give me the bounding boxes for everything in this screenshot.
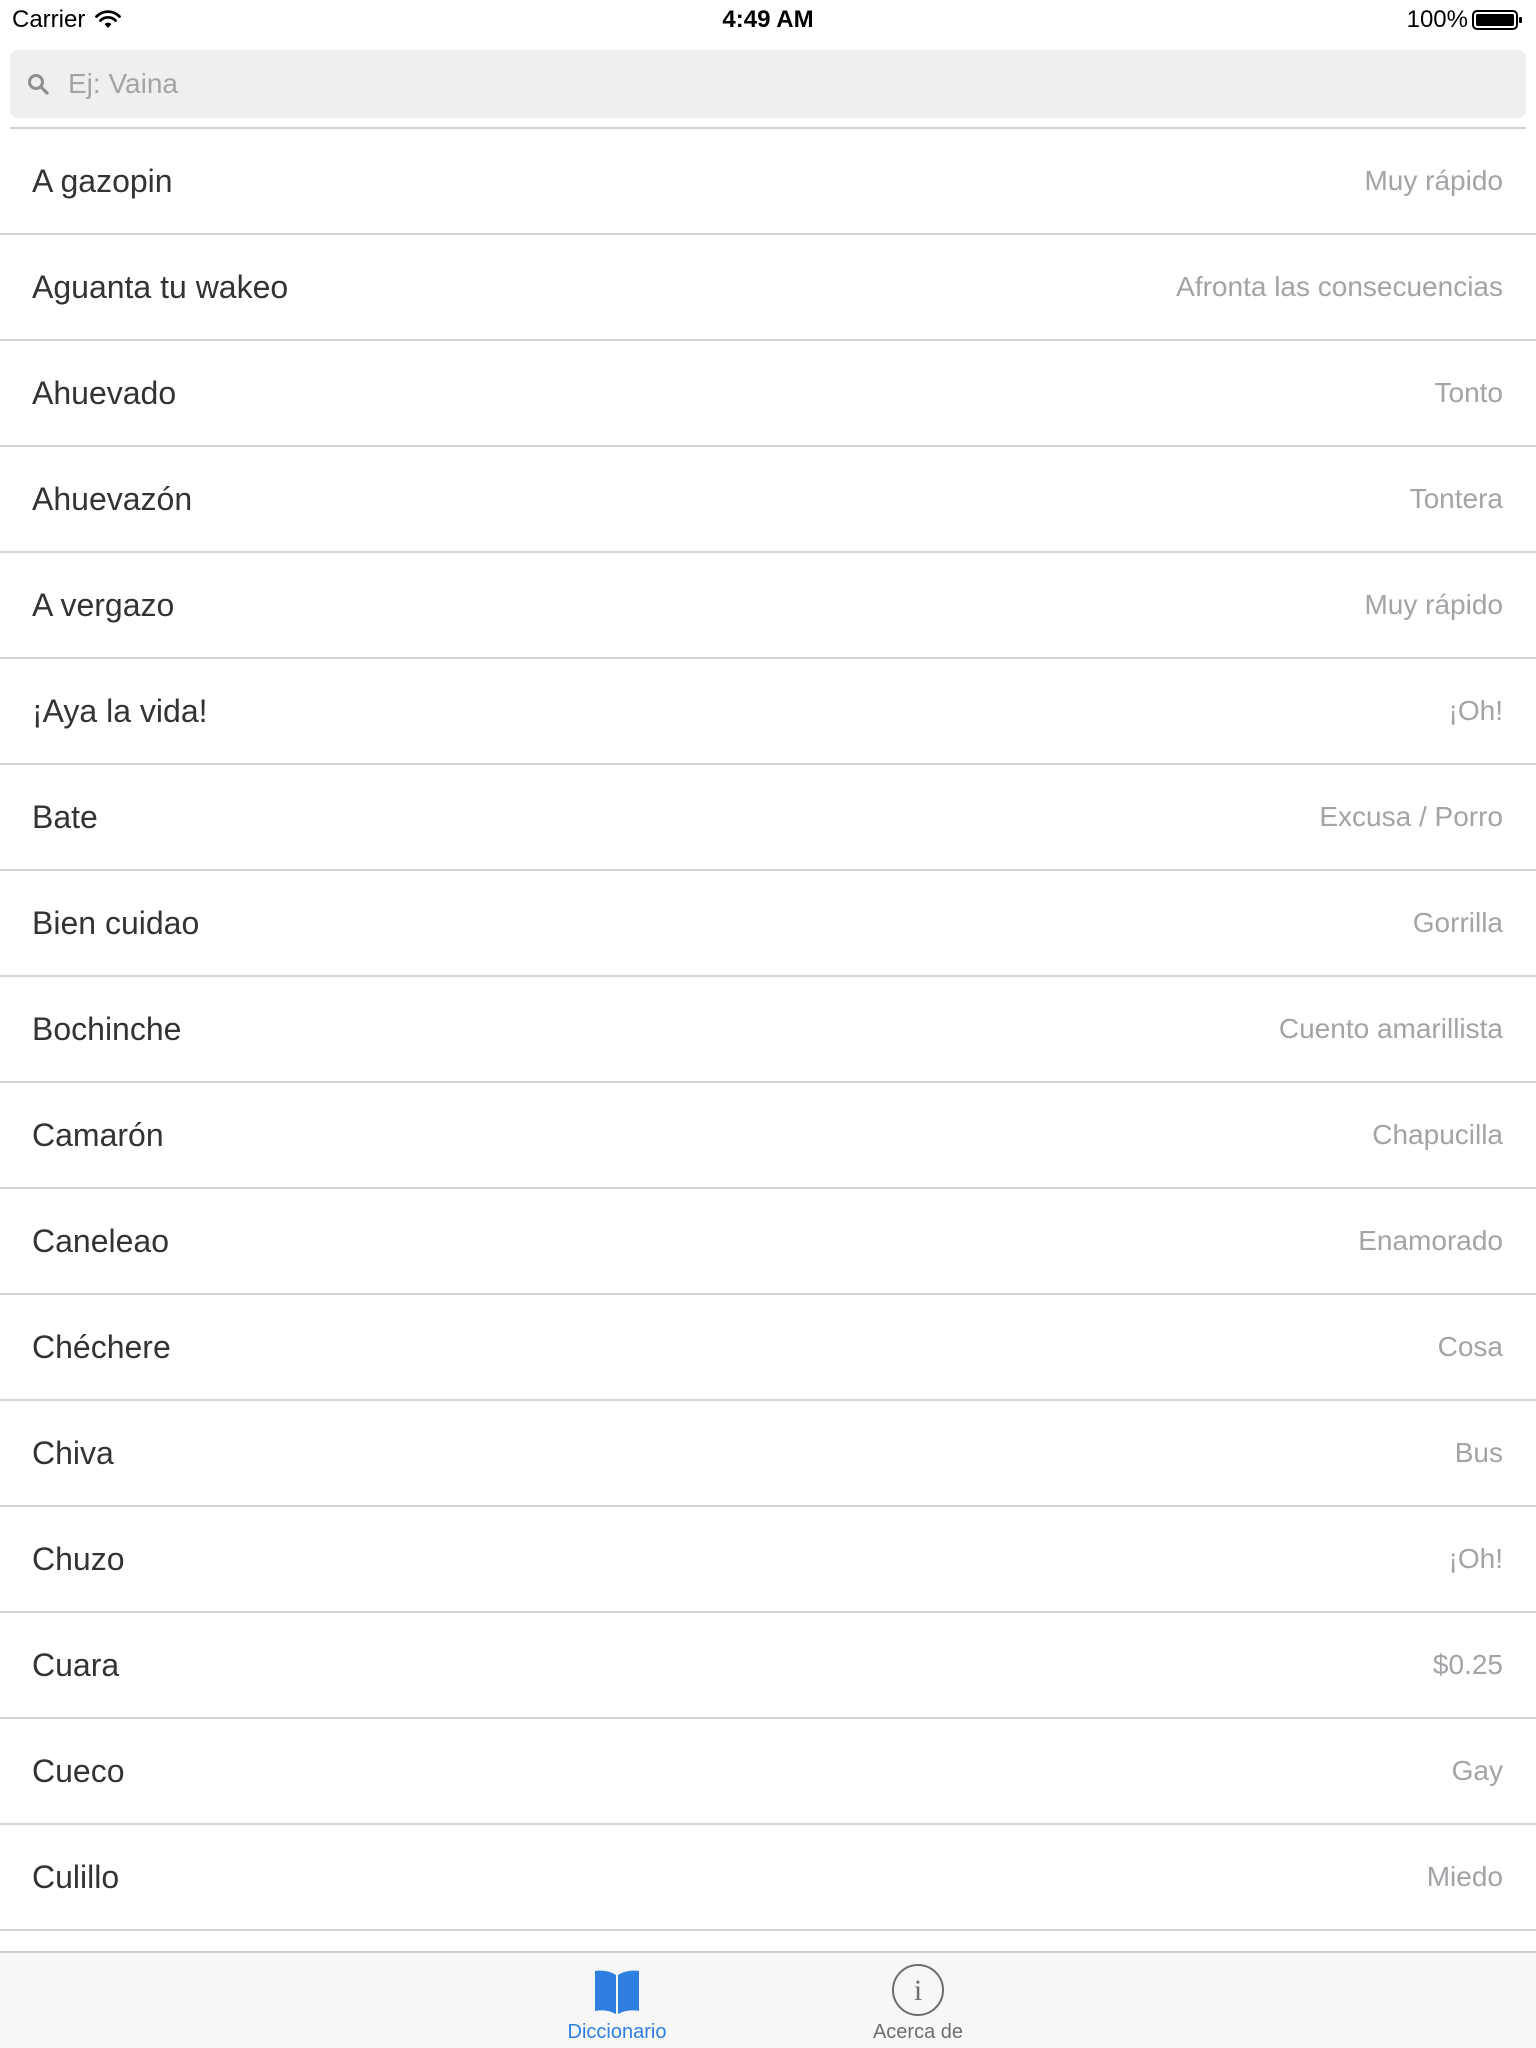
entry-term: Cuara [32, 1647, 120, 1683]
entry-term: Culillo [32, 1859, 120, 1895]
list-item[interactable]: Chiva Bus [0, 1401, 1536, 1507]
entry-term: Ahuevado [32, 375, 177, 411]
entry-meaning: Cuento amarillista [1278, 1013, 1503, 1044]
list-item[interactable]: Cuara $0.25 [0, 1613, 1536, 1719]
entry-term: A gazopin [32, 163, 173, 199]
entry-term: Bate [32, 799, 98, 835]
entry-list: A gazopin Muy rápido Aguanta tu wakeo Afron… [0, 129, 1536, 1931]
battery-percent: 100% [1406, 6, 1468, 33]
tab-acerca-de[interactable]: i Acerca de [828, 1953, 1008, 2048]
entry-meaning: Muy rápido [1364, 589, 1503, 620]
tab-diccionario-label: Diccionario [567, 2021, 667, 2043]
svg-text:i: i [914, 1974, 922, 2007]
entry-term: Camarón [32, 1117, 164, 1153]
entry-term: Bochinche [32, 1011, 182, 1047]
entry-meaning: Gorrilla [1412, 907, 1503, 938]
list-item[interactable]: Bien cuidao Gorrilla [0, 871, 1536, 977]
info-icon: i [892, 1964, 944, 2016]
entry-meaning: Muy rápido [1364, 165, 1503, 196]
entry-meaning: Cosa [1437, 1331, 1503, 1362]
entry-term: Aguanta tu wakeo [32, 269, 289, 305]
status-time: 4:49 AM [722, 6, 814, 33]
entry-term: Bien cuidao [32, 905, 200, 941]
list-item[interactable]: ¡Aya la vida! ¡Oh! [0, 659, 1536, 765]
entry-meaning: Enamorado [1358, 1225, 1503, 1256]
entry-term: Cueco [32, 1753, 125, 1789]
list-item[interactable]: Caneleao Enamorado [0, 1189, 1536, 1295]
list-item[interactable]: Bochinche Cuento amarillista [0, 977, 1536, 1083]
list-item[interactable]: Bate Excusa / Porro [0, 765, 1536, 871]
tab-diccionario[interactable]: Diccionario [527, 1953, 707, 2048]
list-item[interactable]: Chéchere Cosa [0, 1295, 1536, 1401]
list-item[interactable]: Cueco Gay [0, 1719, 1536, 1825]
search-input[interactable] [58, 50, 1508, 118]
entry-term: Chuzo [32, 1541, 125, 1577]
list-item[interactable]: A gazopin Muy rápido [0, 129, 1536, 235]
entry-meaning: Excusa / Porro [1319, 801, 1503, 832]
entry-term: A vergazo [32, 587, 175, 623]
entry-term: Ahuevazón [32, 481, 193, 517]
battery-icon [1472, 10, 1522, 30]
entry-meaning: Tontera [1409, 483, 1503, 514]
entry-meaning: ¡Oh! [1448, 695, 1503, 726]
list-item[interactable]: A vergazo Muy rápido [0, 553, 1536, 659]
entry-meaning: Tonto [1434, 377, 1504, 408]
tab-bar: Diccionario i Acerca de [0, 1951, 1536, 2048]
entry-meaning: $0.25 [1432, 1649, 1503, 1680]
entry-meaning: Bus [1454, 1437, 1503, 1468]
entry-term: Caneleao [32, 1223, 169, 1259]
entry-term: ¡Aya la vida! [32, 693, 208, 729]
list-item[interactable]: Camarón Chapucilla [0, 1083, 1536, 1189]
search-icon [28, 74, 49, 95]
list-item[interactable]: Aguanta tu wakeo Afronta las consecuencia… [0, 235, 1536, 341]
status-right: 100% [1407, 6, 1524, 34]
book-icon [595, 1970, 639, 2014]
entry-meaning: Miedo [1426, 1861, 1503, 1892]
tab-acerca-de-label: Acerca de [872, 2021, 964, 2043]
search-bar[interactable] [10, 50, 1526, 118]
entry-meaning: ¡Oh! [1448, 1543, 1503, 1574]
entry-meaning: Chapucilla [1372, 1119, 1503, 1150]
status-bar: Carrier 4:49 AM 100% [0, 0, 1536, 40]
list-item[interactable]: Chuzo ¡Oh! [0, 1507, 1536, 1613]
list-item[interactable]: Ahuevazón Tontera [0, 447, 1536, 553]
entry-meaning: Afronta las consecuencias [1176, 271, 1503, 302]
entry-meaning: Gay [1451, 1755, 1503, 1786]
list-item[interactable]: Ahuevado Tonto [0, 341, 1536, 447]
app-screen: Carrier 4:49 AM 100% A gazopin Muy rápido… [0, 0, 1536, 2048]
entry-term: Chéchere [32, 1329, 171, 1365]
entry-term: Chiva [32, 1435, 114, 1471]
list-item[interactable]: Culillo Miedo [0, 1825, 1536, 1931]
